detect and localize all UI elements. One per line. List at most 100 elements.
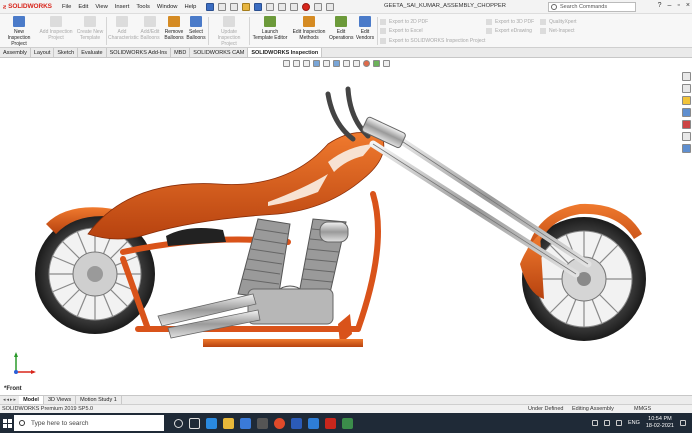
home-icon[interactable] [218, 2, 227, 11]
add-edit-balloons-button[interactable]: Add/Edit Balloons [138, 16, 162, 41]
notifications-icon[interactable] [680, 419, 686, 426]
section-view-icon[interactable] [313, 60, 320, 67]
dynamic-annotation-icon[interactable] [323, 60, 330, 67]
file-properties-icon[interactable] [314, 2, 323, 11]
solidworks-logo[interactable]: ƨ SOLIDWORKS [0, 2, 60, 11]
search-commands-input[interactable]: Search Commands [548, 2, 636, 12]
select-icon[interactable] [290, 2, 299, 11]
undo-icon[interactable] [278, 2, 287, 11]
export-edrawing-button[interactable]: Export eDrawing [486, 27, 534, 37]
reference-triad [14, 352, 36, 374]
zoom-to-area-icon[interactable] [293, 60, 300, 67]
menu-file[interactable]: File [62, 4, 71, 10]
menu-tools[interactable]: Tools [136, 4, 150, 10]
appearances-icon[interactable] [681, 120, 691, 129]
tab-solidworks-cam[interactable]: SOLIDWORKS CAM [190, 48, 249, 57]
next-tab-icon[interactable]: ▸ [10, 397, 13, 403]
menu-edit[interactable]: Edit [78, 4, 88, 10]
solidworks-resources-icon[interactable] [681, 72, 691, 81]
pin-icon[interactable] [206, 2, 215, 11]
rebuild-icon[interactable] [302, 2, 311, 11]
tab-model[interactable]: Model [19, 396, 44, 404]
photos-icon[interactable] [342, 417, 353, 429]
tab-sketch[interactable]: Sketch [54, 48, 79, 57]
last-tab-icon[interactable]: ▸ [14, 397, 17, 403]
export-excel-button[interactable]: Export to Excel [380, 27, 485, 37]
file-explorer-icon[interactable] [681, 96, 691, 105]
print-icon[interactable] [266, 2, 275, 11]
net-inspect-button[interactable]: Net-Inspect [540, 27, 577, 37]
security-icon[interactable] [257, 417, 268, 429]
view-palette-icon[interactable] [681, 108, 691, 117]
view-settings-icon[interactable] [383, 60, 390, 67]
custom-properties-icon[interactable] [681, 132, 691, 141]
menu-view[interactable]: View [95, 4, 107, 10]
hide-show-items-icon[interactable] [353, 60, 360, 67]
restore-icon[interactable]: ▫ [677, 2, 679, 9]
previous-view-icon[interactable] [303, 60, 310, 67]
task-view-icon[interactable] [189, 417, 200, 429]
edge-browser-icon[interactable] [206, 417, 217, 429]
cortana-icon[interactable] [174, 418, 183, 428]
tab-solidworks-add-ins[interactable]: SOLIDWORKS Add-Ins [107, 48, 172, 57]
solidworks-forum-icon[interactable] [681, 144, 691, 153]
create-new-template-button[interactable]: Create New Template [76, 16, 104, 41]
tab-motion-study-1[interactable]: Motion Study 1 [76, 396, 122, 404]
remove-balloons-button[interactable]: Remove Balloons [163, 16, 185, 41]
tab-layout[interactable]: Layout [31, 48, 55, 57]
display-style-icon[interactable] [343, 60, 350, 67]
new-document-icon[interactable] [230, 2, 239, 11]
export-sw-inspection-button[interactable]: Export to SOLIDWORKS Inspection Project [380, 36, 485, 46]
unit-system[interactable]: MMGS [634, 406, 651, 412]
tab-3d-views[interactable]: 3D Views [44, 396, 77, 404]
help-question-icon[interactable]: ? [658, 2, 662, 9]
add-characteristic-button[interactable]: Add Characteristic [108, 16, 139, 41]
apply-scene-icon[interactable] [373, 60, 380, 67]
zoom-to-fit-icon[interactable] [283, 60, 290, 67]
view-orientation-icon[interactable] [333, 60, 340, 67]
store-icon[interactable] [240, 417, 251, 429]
chopper-motorcycle-model[interactable] [28, 84, 658, 369]
new-inspection-project-button[interactable]: New Inspection Project [2, 16, 36, 47]
save-icon[interactable] [254, 2, 263, 11]
chrome-icon[interactable] [274, 417, 285, 429]
show-hidden-icons[interactable] [591, 419, 598, 426]
word-icon[interactable] [291, 417, 302, 429]
close-icon[interactable]: × [686, 2, 690, 9]
system-clock[interactable]: 10:54 PM 18-02-2021 [646, 416, 674, 429]
menu-help[interactable]: Help [184, 4, 196, 10]
edit-inspection-methods-button[interactable]: Edit Inspection Methods [291, 16, 327, 41]
seat[interactable] [166, 228, 226, 246]
v-twin-engine[interactable] [237, 218, 349, 325]
prev-tab-icon[interactable]: ◂ [7, 397, 10, 403]
edit-appearance-icon[interactable] [363, 60, 370, 67]
add-inspection-project-button[interactable]: Add Inspection Project [38, 16, 74, 41]
minimize-icon[interactable]: – [668, 2, 672, 9]
export-3d-pdf-button[interactable]: Export to 3D PDF [486, 17, 534, 27]
input-language[interactable]: ENG [628, 420, 640, 426]
tab-mbd[interactable]: MBD [171, 48, 191, 57]
export-2d-pdf-button[interactable]: Export to 2D PDF [380, 17, 485, 27]
edit-operations-button[interactable]: Edit Operations [329, 16, 353, 41]
launch-template-editor-button[interactable]: Launch Template Editor [252, 16, 288, 41]
design-library-icon[interactable] [681, 84, 691, 93]
volume-icon[interactable] [615, 419, 622, 426]
network-icon[interactable] [603, 419, 610, 426]
mail-icon[interactable] [308, 417, 319, 429]
select-balloons-button[interactable]: Select Balloons [186, 16, 206, 41]
tab-solidworks-inspection[interactable]: SOLIDWORKS Inspection [248, 48, 323, 57]
quality-xpert-button[interactable]: QualityXpert [540, 17, 577, 27]
file-explorer-icon[interactable] [223, 417, 234, 429]
start-button[interactable] [0, 413, 14, 433]
edit-vendors-button[interactable]: Edit Vendors [355, 16, 375, 41]
open-folder-icon[interactable] [242, 2, 251, 11]
options-gear-icon[interactable] [326, 2, 335, 11]
menu-insert[interactable]: Insert [115, 4, 130, 10]
solidworks-taskbar-icon[interactable] [325, 417, 336, 429]
tab-evaluate[interactable]: Evaluate [78, 48, 107, 57]
first-tab-icon[interactable]: ◂ [3, 397, 6, 403]
taskbar-search-box[interactable]: Type here to search [14, 415, 164, 431]
menu-window[interactable]: Window [157, 4, 178, 10]
tab-assembly[interactable]: Assembly [0, 48, 31, 57]
update-inspection-project-button[interactable]: Update Inspection Project [212, 16, 246, 47]
